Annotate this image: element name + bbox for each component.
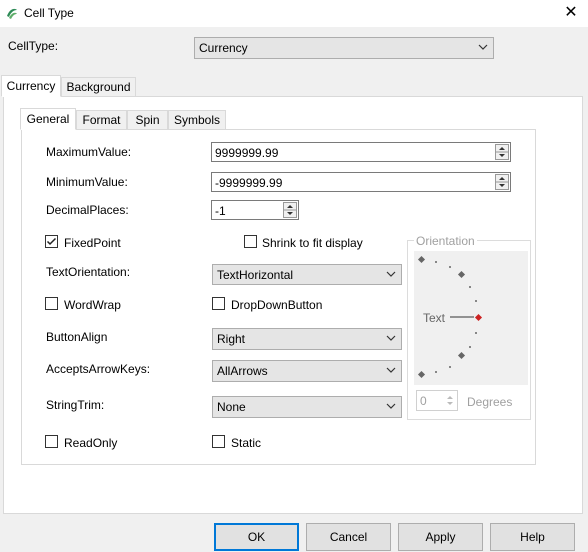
chevron-down-icon [386, 271, 396, 277]
minimum-value-input[interactable]: -9999999.99 [211, 172, 511, 192]
string-trim-value: None [217, 400, 246, 414]
tab-format[interactable]: Format [76, 110, 127, 130]
text-orientation-value: TextHorizontal [217, 268, 294, 282]
ok-button[interactable]: OK [214, 523, 299, 551]
maximum-value-input[interactable]: 9999999.99 [211, 142, 511, 162]
degrees-value: 0 [420, 394, 427, 408]
accepts-arrow-keys-label: AcceptsArrowKeys: [46, 362, 151, 376]
tab-spin[interactable]: Spin [127, 110, 168, 130]
celltype-select[interactable]: Currency [194, 37, 494, 59]
celltype-label: CellType: [8, 39, 59, 53]
spin-updown-icon[interactable] [495, 174, 509, 190]
readonly-checkbox[interactable] [45, 435, 58, 448]
maximum-value-text: 9999999.99 [215, 146, 279, 160]
string-trim-select[interactable]: None [212, 396, 402, 418]
shrink-to-fit-checkbox[interactable] [244, 235, 257, 248]
shrink-to-fit-label: Shrink to fit display [262, 236, 363, 250]
static-checkbox[interactable] [212, 435, 225, 448]
help-button[interactable]: Help [490, 523, 575, 551]
chevron-down-icon [478, 44, 488, 50]
button-align-value: Right [217, 332, 246, 346]
fixedpoint-checkbox[interactable] [45, 235, 58, 248]
spin-updown-icon[interactable] [495, 144, 509, 160]
orientation-group-title: Orientation [414, 234, 477, 248]
static-label: Static [231, 436, 262, 450]
fixedpoint-label: FixedPoint [64, 236, 121, 250]
decimal-places-input[interactable]: -1 [211, 200, 299, 220]
text-orientation-label: TextOrientation: [46, 265, 131, 279]
accepts-arrow-keys-value: AllArrows [217, 364, 268, 378]
accepts-arrow-keys-select[interactable]: AllArrows [212, 360, 402, 382]
readonly-label: ReadOnly [64, 436, 118, 450]
minimum-value-label: MinimumValue: [46, 175, 128, 189]
text-orientation-select[interactable]: TextHorizontal [212, 264, 402, 285]
tab-background[interactable]: Background [61, 77, 136, 97]
window-title: Cell Type [24, 6, 74, 20]
decimal-places-label: DecimalPlaces: [46, 203, 129, 217]
tab-symbols[interactable]: Symbols [168, 110, 226, 130]
chevron-down-icon [386, 367, 396, 373]
maximum-value-label: MaximumValue: [46, 145, 132, 159]
chevron-down-icon [386, 335, 396, 341]
apply-button[interactable]: Apply [398, 523, 483, 551]
spin-updown-icon[interactable] [444, 392, 456, 409]
cancel-button[interactable]: Cancel [306, 523, 391, 551]
app-logo-icon [7, 8, 17, 19]
decimal-places-text: -1 [215, 204, 226, 218]
dropdownbutton-label: DropDownButton [231, 298, 323, 312]
button-align-select[interactable]: Right [212, 328, 402, 350]
tab-currency[interactable]: Currency [1, 75, 61, 97]
degrees-input[interactable]: 0 [416, 390, 458, 411]
degrees-label: Degrees [467, 395, 513, 409]
close-icon[interactable]: ✕ [556, 2, 586, 24]
celltype-value: Currency [199, 41, 248, 55]
dropdownbutton-checkbox[interactable] [212, 297, 225, 310]
chevron-down-icon [386, 403, 396, 409]
title-bar [0, 0, 588, 27]
string-trim-label: StringTrim: [46, 398, 105, 412]
wordwrap-checkbox[interactable] [45, 297, 58, 310]
spin-updown-icon[interactable] [283, 202, 297, 218]
wordwrap-label: WordWrap [64, 298, 121, 312]
minimum-value-text: -9999999.99 [215, 176, 283, 190]
orientation-text-label: Text [423, 311, 446, 325]
button-align-label: ButtonAlign [46, 330, 108, 344]
tab-general[interactable]: General [20, 108, 76, 130]
